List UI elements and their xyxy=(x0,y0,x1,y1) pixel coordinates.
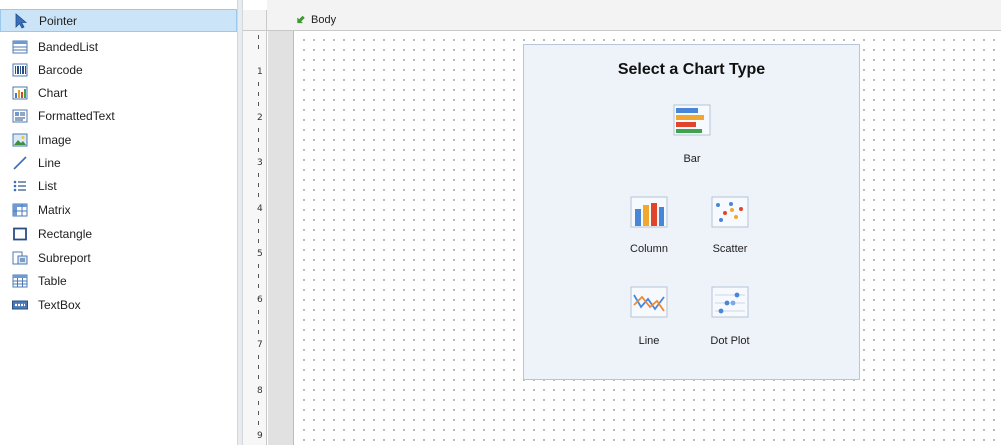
ruler-number: 7 xyxy=(257,340,263,350)
ruler-number: 5 xyxy=(257,249,263,259)
toolbox-item-label: Chart xyxy=(38,85,68,100)
ruler-tick xyxy=(258,411,259,415)
ruler-number: 9 xyxy=(257,431,263,441)
toolbox-item-label: Line xyxy=(38,155,61,170)
line-chart-icon xyxy=(626,285,672,319)
ruler-tick xyxy=(258,355,259,359)
toolbox-item-label: BandedList xyxy=(38,39,99,54)
chart-type-label: Line xyxy=(638,335,660,347)
chart-type-column[interactable]: Column xyxy=(614,195,684,265)
scatter-chart-icon xyxy=(707,195,753,229)
toolbox-item-label: Barcode xyxy=(38,62,83,77)
toolbox-item-label: TextBox xyxy=(38,297,81,312)
table-icon xyxy=(12,273,28,289)
toolbox-item-image[interactable]: Image xyxy=(0,128,237,151)
ruler-number: 6 xyxy=(257,295,263,305)
ruler-tick xyxy=(258,148,259,152)
ruler-tick xyxy=(258,330,259,334)
column-chart-icon xyxy=(626,195,672,229)
chart-type-chooser: Select a Chart Type Bar Column Scatter L… xyxy=(523,44,860,380)
toolbox-item-label: List xyxy=(38,178,57,193)
ruler-tick xyxy=(258,421,259,425)
matrix-icon xyxy=(12,202,28,218)
ruler-corner xyxy=(243,10,267,31)
ruler-tick xyxy=(258,375,259,379)
toolbox-item-label: Pointer xyxy=(39,13,78,28)
toolbox-item-chart[interactable]: Chart xyxy=(0,81,237,104)
ruler-number: 4 xyxy=(257,204,263,214)
ruler-tick xyxy=(258,310,259,314)
chart-type-label: Scatter xyxy=(712,243,748,255)
pointer-icon xyxy=(13,12,29,29)
ruler-number: 2 xyxy=(257,113,263,123)
ruler-tick xyxy=(258,274,259,278)
formatted-text-icon xyxy=(12,108,28,124)
chart-chooser-title: Select a Chart Type xyxy=(617,61,766,78)
toolbox-item-label: FormattedText xyxy=(38,108,115,123)
bar-chart-icon xyxy=(669,103,715,137)
ruler-tick xyxy=(258,183,259,187)
ruler-tick xyxy=(258,239,259,243)
toolbox-item-table[interactable]: Table xyxy=(0,269,237,292)
toolbox-item-matrix[interactable]: Matrix xyxy=(0,198,237,221)
toolbox-item-list[interactable]: List xyxy=(0,174,237,197)
section-label: Body xyxy=(311,14,337,26)
ruler-tick xyxy=(258,219,259,223)
chart-type-bar[interactable]: Bar xyxy=(657,103,727,173)
list-icon xyxy=(12,178,28,194)
ruler-number: 8 xyxy=(257,386,263,396)
toolbox-item-textbox[interactable]: TextBox xyxy=(0,293,237,316)
line-icon xyxy=(12,155,28,171)
chart-type-scatter[interactable]: Scatter xyxy=(695,195,765,265)
rectangle-icon xyxy=(12,226,28,242)
toolbox-item-label: Rectangle xyxy=(38,226,93,241)
chart-type-label: Bar xyxy=(683,153,701,165)
toolbox-item-pointer[interactable]: Pointer xyxy=(0,9,237,32)
ruler-tick xyxy=(258,173,259,177)
ruler-tick xyxy=(258,229,259,233)
ruler-tick xyxy=(258,264,259,268)
ruler-tick xyxy=(258,138,259,142)
ruler-tick xyxy=(258,92,259,96)
design-gutter xyxy=(268,31,294,445)
designer-top-strip xyxy=(267,0,1001,10)
toolbox-item-label: Matrix xyxy=(38,202,71,217)
ruler-tick xyxy=(258,320,259,324)
ruler-number: 3 xyxy=(257,158,263,168)
chart-type-label: Dot Plot xyxy=(710,335,750,347)
ruler-tick xyxy=(258,102,259,106)
chart-icon xyxy=(12,85,28,101)
ruler-tick xyxy=(258,82,259,86)
ruler-tick xyxy=(258,128,259,132)
toolbox-item-barcode[interactable]: Barcode xyxy=(0,58,237,81)
image-icon xyxy=(12,132,28,148)
ruler-tick xyxy=(258,35,259,39)
vertical-ruler: 1 2 3 4 5 6 7 8 9 xyxy=(243,31,267,445)
toolbox-panel: Pointer BandedList Barcode Chart Formatt… xyxy=(0,0,237,445)
banded-list-icon xyxy=(12,39,28,55)
ruler-tick xyxy=(258,401,259,405)
section-arrow-icon xyxy=(297,15,305,23)
toolbox-item-bandedlist[interactable]: BandedList xyxy=(0,35,237,58)
toolbox-item-label: Image xyxy=(38,132,72,147)
ruler-tick xyxy=(258,45,259,49)
dot-plot-icon xyxy=(707,285,753,319)
chart-type-dot-plot[interactable]: Dot Plot xyxy=(695,285,765,355)
toolbox-item-line[interactable]: Line xyxy=(0,151,237,174)
toolbox-item-label: Subreport xyxy=(38,250,91,265)
ruler-tick xyxy=(258,284,259,288)
ruler-tick xyxy=(258,193,259,197)
chart-type-label: Column xyxy=(630,243,668,255)
ruler-tick xyxy=(258,365,259,369)
toolbox-item-rectangle[interactable]: Rectangle xyxy=(0,222,237,245)
toolbox-item-label: Table xyxy=(38,273,67,288)
toolbox-item-subreport[interactable]: Subreport xyxy=(0,246,237,269)
textbox-icon xyxy=(12,297,28,313)
subreport-icon xyxy=(12,250,28,266)
chart-type-line[interactable]: Line xyxy=(614,285,684,355)
barcode-icon xyxy=(12,62,28,78)
section-header-body[interactable]: Body xyxy=(267,10,1001,31)
ruler-number: 1 xyxy=(257,67,263,77)
toolbox-item-formattedtext[interactable]: FormattedText xyxy=(0,104,237,127)
